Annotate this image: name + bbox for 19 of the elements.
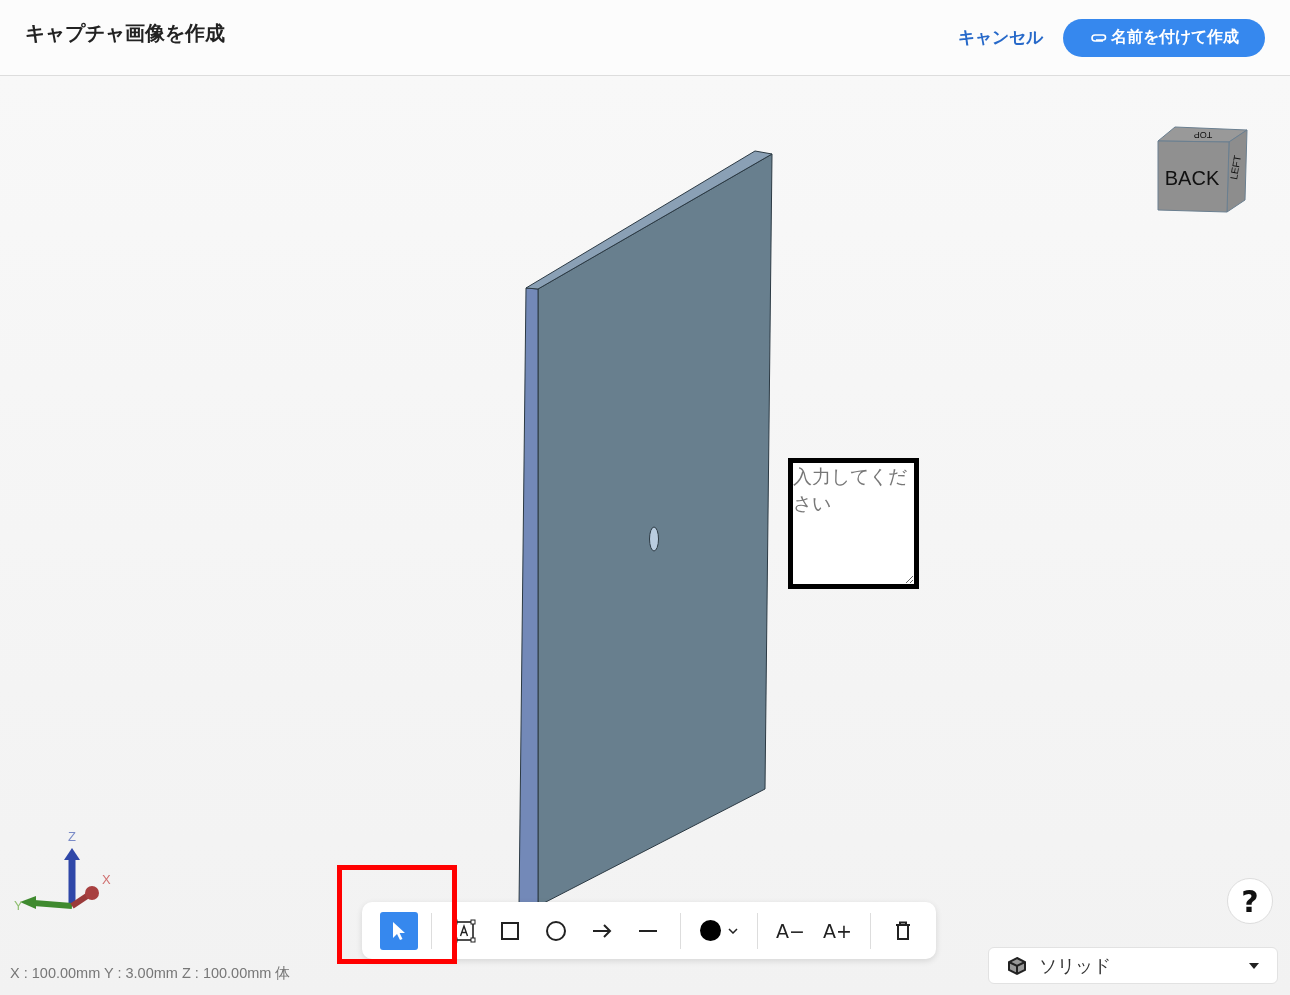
paperclip-icon <box>1091 32 1107 43</box>
cube-face-label: LEFT <box>1228 154 1244 181</box>
create-button[interactable]: 名前を付けて作成 <box>1063 18 1265 57</box>
font-smaller-button[interactable]: A− <box>771 911 810 950</box>
axis-triad-drawing: Z Y X <box>14 828 114 918</box>
circle-icon <box>544 918 568 943</box>
dropdown-caret-icon <box>1249 962 1259 969</box>
dimensions-status: X : 100.00mm Y : 3.00mm Z : 100.00mm 体 <box>10 964 291 983</box>
font-larger-button[interactable]: A+ <box>817 911 857 950</box>
cube-icon <box>1007 955 1027 976</box>
cube-face-label: TOP <box>1193 130 1213 140</box>
cube-face-label: BACK <box>1164 167 1220 189</box>
note-text-field[interactable]: 入力してください <box>788 458 919 589</box>
display-mode-dropdown[interactable]: ソリッド <box>988 947 1278 984</box>
dialog-title: キャプチャ画像を作成 <box>25 20 225 47</box>
help-button[interactable]: ? <box>1227 878 1273 924</box>
line-icon <box>639 928 657 933</box>
chevron-down-icon <box>728 927 738 934</box>
cancel-link[interactable]: キャンセル <box>956 22 1045 53</box>
